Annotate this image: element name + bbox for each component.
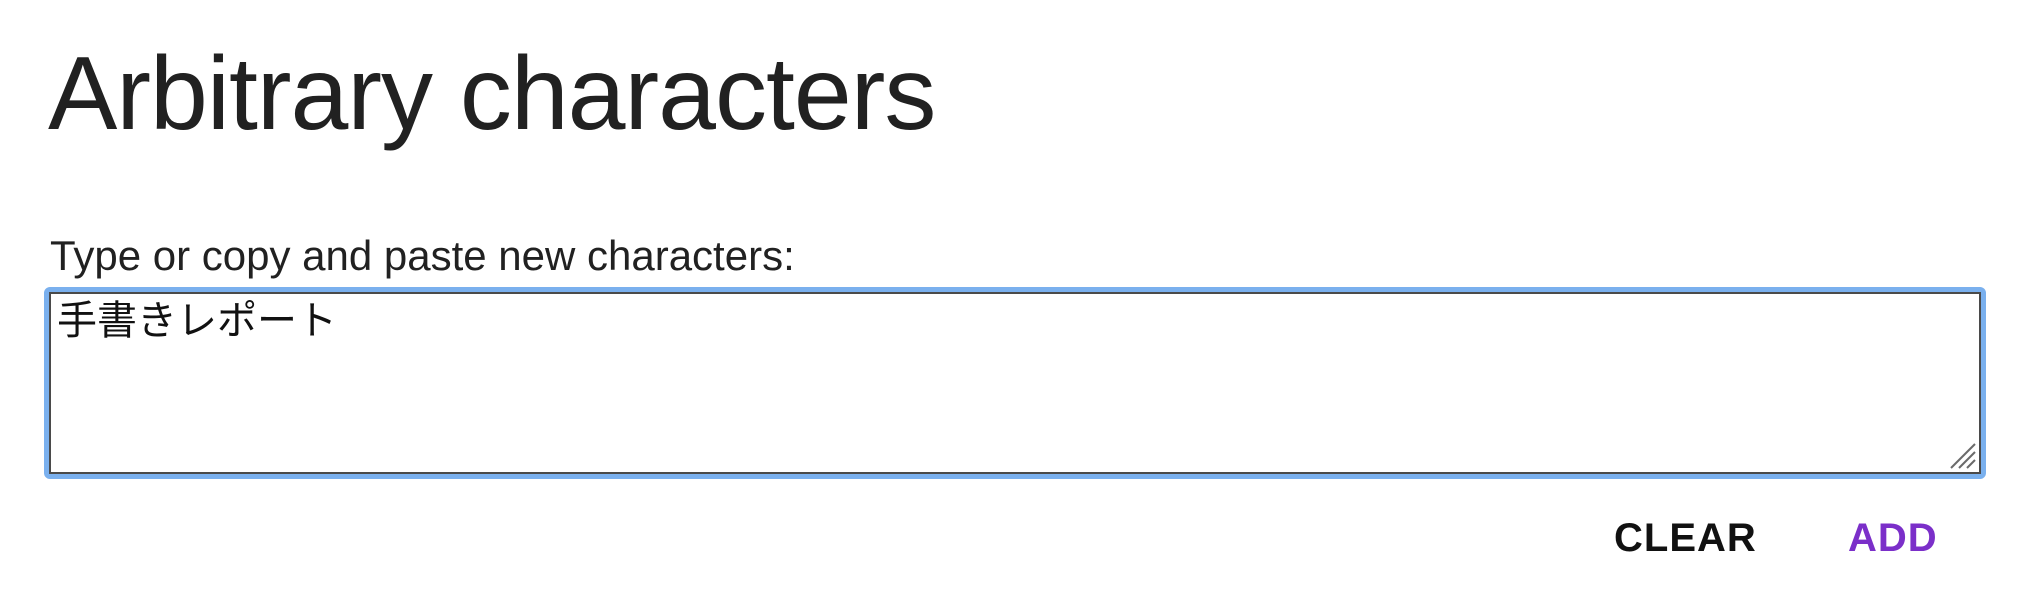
page-title: Arbitrary characters (48, 36, 936, 152)
characters-field-label: Type or copy and paste new characters: (50, 232, 795, 279)
clear-button[interactable]: CLEAR (1614, 510, 1757, 566)
add-button[interactable]: ADD (1848, 510, 1938, 566)
textarea-value[interactable]: 手書きレポート (57, 296, 337, 346)
textarea-box[interactable]: 手書きレポート (49, 292, 1981, 474)
characters-textarea[interactable]: 手書きレポート (44, 287, 1986, 479)
resize-grip-icon[interactable] (1947, 440, 1977, 470)
